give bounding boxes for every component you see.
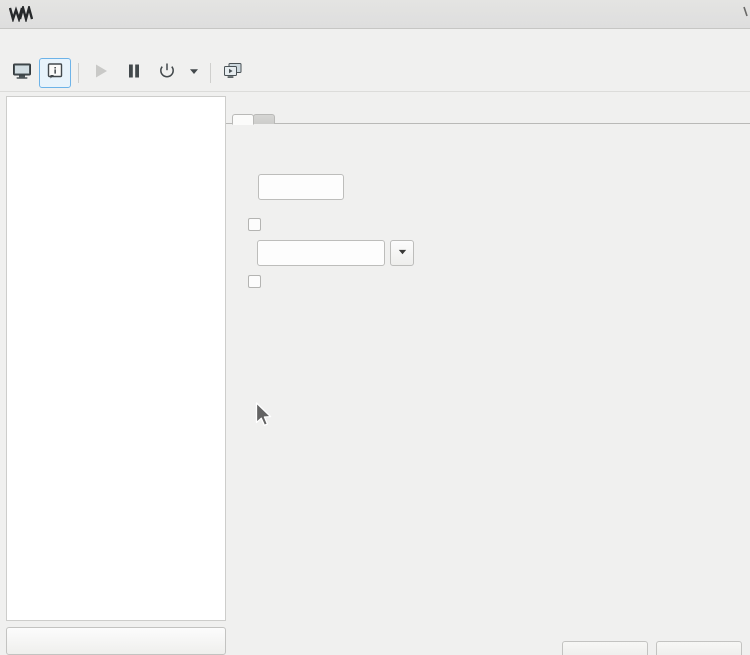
snapshots-icon xyxy=(223,62,243,84)
hardware-sidebar xyxy=(0,92,226,655)
details-tabstrip xyxy=(226,92,750,125)
toolbar xyxy=(0,55,750,92)
tab-xml[interactable] xyxy=(253,114,275,124)
cpus-detail-panel xyxy=(226,124,750,655)
show-details-button[interactable] xyxy=(39,58,71,88)
toolbar-separator xyxy=(78,63,79,83)
menu-bar xyxy=(0,29,750,55)
toolbar-separator-2 xyxy=(210,63,211,83)
info-details-icon xyxy=(46,62,64,84)
show-console-button[interactable] xyxy=(6,58,38,88)
pause-vm-button[interactable] xyxy=(118,58,150,88)
copy-host-cpu-row[interactable] xyxy=(234,218,750,231)
apply-button[interactable] xyxy=(656,641,742,655)
cancel-button[interactable] xyxy=(562,641,648,655)
vcpu-allocation-stepper[interactable] xyxy=(258,174,344,200)
chevron-down-icon xyxy=(188,65,200,81)
manage-snapshots-button[interactable] xyxy=(217,58,249,88)
virt-manager-window xyxy=(0,0,750,655)
hardware-device-list[interactable] xyxy=(6,96,226,621)
chevron-down-icon xyxy=(397,245,408,261)
play-icon xyxy=(92,62,110,84)
add-hardware-button[interactable] xyxy=(6,627,226,655)
cpu-model-input[interactable] xyxy=(257,240,385,266)
monitor-console-icon xyxy=(12,62,32,84)
copy-host-cpu-checkbox[interactable] xyxy=(248,218,261,231)
cpu-model-combobox[interactable] xyxy=(257,240,414,266)
logical-host-cpus-row xyxy=(234,143,750,165)
cpu-model-row xyxy=(234,240,750,266)
menu-file[interactable] xyxy=(8,40,22,44)
vcpu-allocation-row xyxy=(234,174,750,200)
details-pane xyxy=(226,92,750,655)
cpu-mitigations-row[interactable] xyxy=(234,275,750,288)
main-content xyxy=(0,92,750,655)
tab-details[interactable] xyxy=(232,114,254,125)
menu-virtual-machine[interactable] xyxy=(22,40,36,44)
cpu-mitigations-checkbox[interactable] xyxy=(248,275,261,288)
menu-view[interactable] xyxy=(36,40,50,44)
window-close-icon[interactable] xyxy=(730,4,748,22)
shutdown-vm-button[interactable] xyxy=(151,58,183,88)
title-bar xyxy=(0,0,750,29)
cpu-model-dropdown-button[interactable] xyxy=(390,240,414,266)
menu-send-key[interactable] xyxy=(50,40,64,44)
run-vm-button[interactable] xyxy=(85,58,117,88)
virt-manager-logo-icon xyxy=(8,4,34,24)
shutdown-options-dropdown[interactable] xyxy=(184,59,204,87)
pause-icon xyxy=(125,62,143,84)
power-icon xyxy=(158,62,176,84)
details-footer xyxy=(562,641,742,655)
